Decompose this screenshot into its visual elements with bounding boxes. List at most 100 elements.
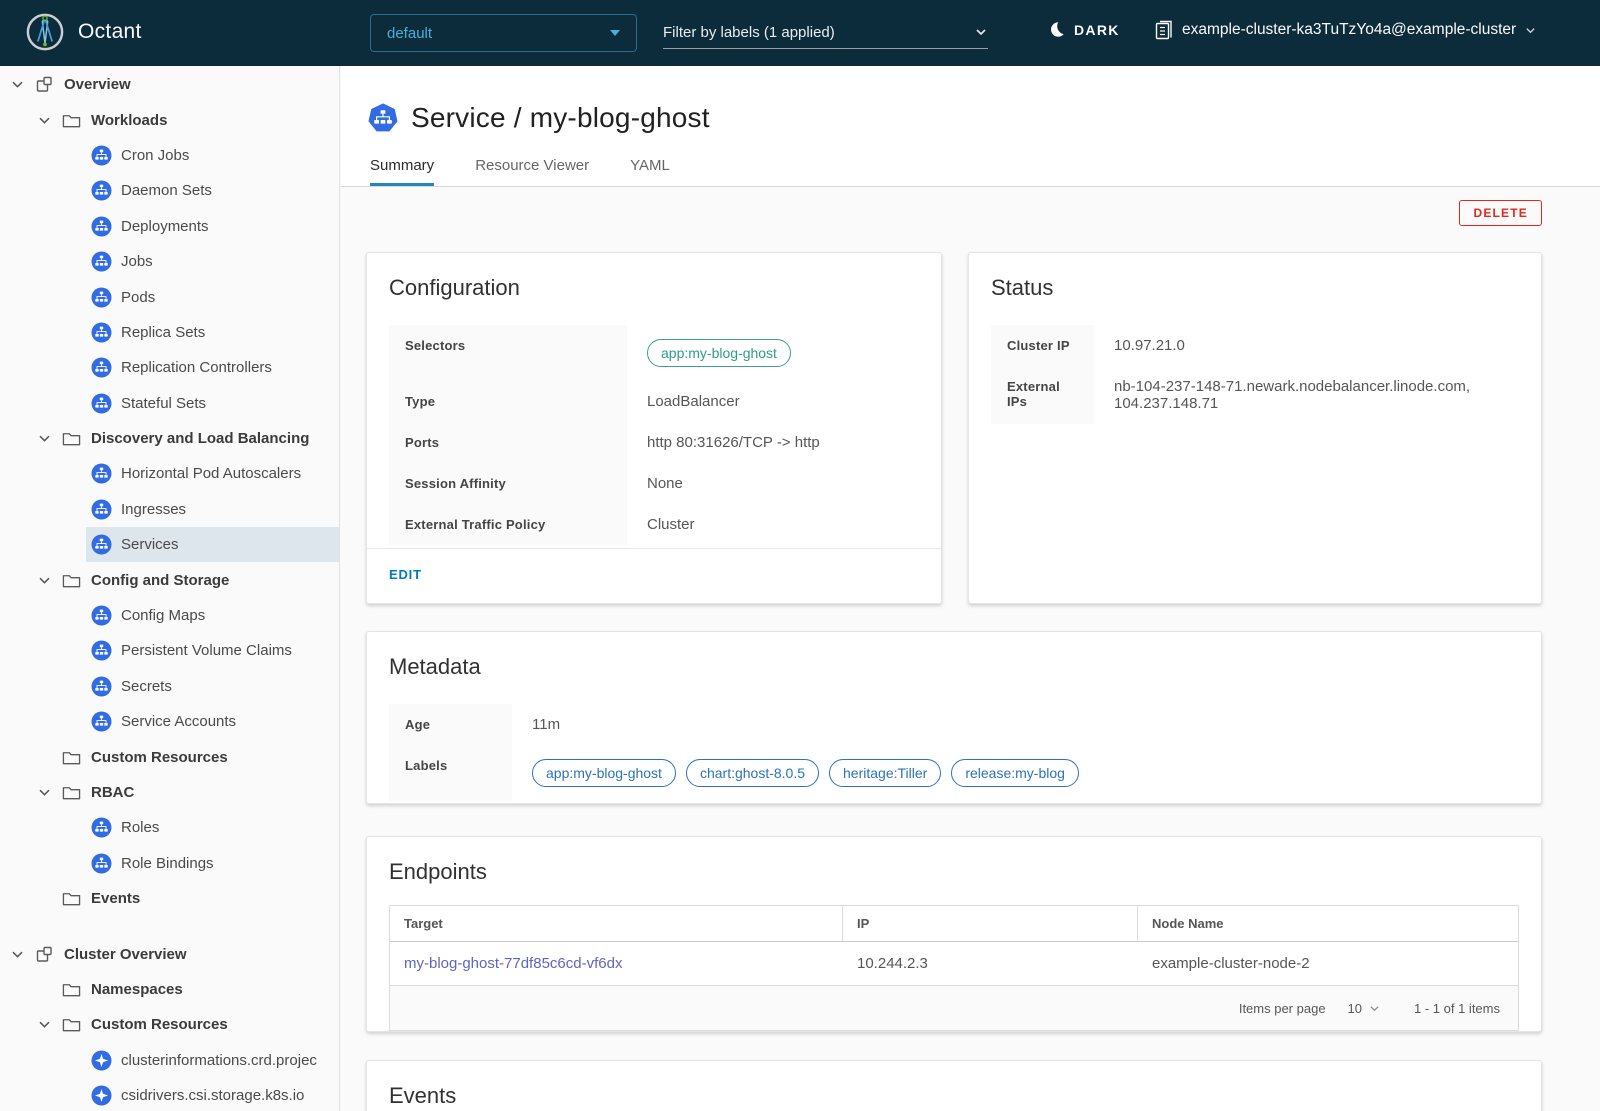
metadata-table: Age11mLabelsapp:my-blog-ghostchart:ghost… <box>389 704 1519 801</box>
endpoints-pagination: Items per page 10 1 - 1 of 1 items <box>390 985 1518 1030</box>
daemon-sets-icon <box>91 180 112 201</box>
config-maps-icon <box>91 605 112 626</box>
table-row: my-blog-ghost-77df85c6cd-vf6dx10.244.2.3… <box>390 942 1518 985</box>
sidebar-item-deployments[interactable]: Deployments <box>0 209 339 244</box>
tab-summary[interactable]: Summary <box>370 157 434 186</box>
sidebar-item-pods[interactable]: Pods <box>0 279 339 314</box>
sidebar-item-cluster-overview[interactable]: Cluster Overview <box>0 936 339 971</box>
chevron-down-icon <box>1525 25 1536 36</box>
sidebar-item-label: Config and Storage <box>91 572 229 589</box>
custom-resources-icon <box>61 747 82 768</box>
sidebar-item-config-and-storage[interactable]: Config and Storage <box>0 562 339 597</box>
sidebar-item-role-bindings[interactable]: Role Bindings <box>0 846 339 881</box>
chevron-down-icon[interactable] <box>36 112 52 128</box>
sidebar-item-label: Overview <box>64 76 131 93</box>
sidebar-item-horizontal-pod-autoscalers[interactable]: Horizontal Pod Autoscalers <box>0 456 339 491</box>
label-tag: release:my-blog <box>951 759 1079 787</box>
sidebar-item-services[interactable]: Services <box>86 527 339 562</box>
sidebar-item-overview[interactable]: Overview <box>0 67 339 102</box>
field-row-external-ips: External IPsnb-104-237-148-71.newark.nod… <box>991 366 1519 424</box>
page-size-select[interactable]: 10 <box>1348 1001 1380 1016</box>
field-value: nb-104-237-148-71.newark.nodebalancer.li… <box>1094 366 1519 424</box>
sidebar-item-replication-controllers[interactable]: Replication Controllers <box>0 350 339 385</box>
sidebar-item-label: Workloads <box>91 112 167 129</box>
sidebar-item-custom-resources[interactable]: Custom Resources <box>0 739 339 774</box>
tab-yaml[interactable]: YAML <box>630 157 670 186</box>
field-label: External Traffic Policy <box>389 504 627 545</box>
sidebar-item-service-accounts[interactable]: Service Accounts <box>0 704 339 739</box>
cluster-overview-icon <box>34 944 55 965</box>
chevron-down-icon[interactable] <box>36 785 52 801</box>
sidebar-item-label: Namespaces <box>91 981 183 998</box>
field-row-cluster-ip: Cluster IP10.97.21.0 <box>991 325 1519 366</box>
dark-mode-toggle[interactable]: DARK <box>1048 21 1120 38</box>
sidebar-item-label: Discovery and Load Balancing <box>91 430 309 447</box>
sidebar-item-label: RBAC <box>91 784 134 801</box>
sidebar-item-events[interactable]: Events <box>0 881 339 916</box>
sidebar-item-daemon-sets[interactable]: Daemon Sets <box>0 173 339 208</box>
sidebar-item-csidrivers-csi-storage-k8s-io[interactable]: csidrivers.csi.storage.k8s.io <box>0 1078 339 1111</box>
chevron-down-icon[interactable] <box>36 572 52 588</box>
sidebar-item-clusterinformations-crd-projec[interactable]: clusterinformations.crd.projec <box>0 1043 339 1078</box>
sidebar-item-custom-resources[interactable]: Custom Resources <box>0 1007 339 1042</box>
field-label: Cluster IP <box>991 325 1094 366</box>
sidebar-item-cron-jobs[interactable]: Cron Jobs <box>0 138 339 173</box>
field-value: LoadBalancer <box>627 381 740 422</box>
chevron-placeholder <box>36 891 52 907</box>
sidebar-item-rbac[interactable]: RBAC <box>0 775 339 810</box>
chevron-down-icon <box>974 25 988 39</box>
cluster-icon <box>1155 20 1173 40</box>
namespace-dropdown[interactable]: default <box>370 14 637 52</box>
roles-icon <box>91 817 112 838</box>
dropdown-caret-icon <box>610 30 620 36</box>
column-header-ip: IP <box>843 906 1138 941</box>
page-title: Service / my-blog-ghost <box>411 102 710 134</box>
sidebar-item-roles[interactable]: Roles <box>0 810 339 845</box>
page-header: Service / my-blog-ghost Summary Resource … <box>341 66 1600 187</box>
sidebar-item-label: Replica Sets <box>121 324 205 341</box>
sidebar-item-label: Replication Controllers <box>121 359 272 376</box>
horizontal-pod-autoscalers-icon <box>91 463 112 484</box>
field-row-selectors: Selectorsapp:my-blog-ghost <box>389 325 919 381</box>
edit-button[interactable]: EDIT <box>389 567 422 582</box>
sidebar-item-namespaces[interactable]: Namespaces <box>0 972 339 1007</box>
sidebar-nav: Overview Workloads Cron JobsDaemon SetsDep… <box>0 66 340 1111</box>
sidebar-item-secrets[interactable]: Secrets <box>0 669 339 704</box>
service-accounts-icon <box>91 711 112 732</box>
chevron-down-icon[interactable] <box>36 431 52 447</box>
endpoint-target-link[interactable]: my-blog-ghost-77df85c6cd-vf6dx <box>404 955 622 972</box>
cluster-dropdown[interactable]: example-cluster-ka3TuTzYo4a@example-clus… <box>1155 20 1536 40</box>
sidebar-item-ingresses[interactable]: Ingresses <box>0 492 339 527</box>
field-value: app:my-blog-ghost <box>627 325 801 381</box>
pagination-range: 1 - 1 of 1 items <box>1414 1001 1500 1016</box>
chevron-down-icon[interactable] <box>9 77 25 93</box>
sidebar-item-label: Cluster Overview <box>64 946 187 963</box>
endpoints-table-header: TargetIPNode Name <box>390 906 1518 942</box>
sidebar-item-workloads[interactable]: Workloads <box>0 102 339 137</box>
chevron-down-icon[interactable] <box>36 1017 52 1033</box>
secrets-icon <box>91 676 112 697</box>
field-label: Ports <box>389 422 627 463</box>
tab-resource-viewer[interactable]: Resource Viewer <box>475 157 589 186</box>
events-icon <box>61 888 82 909</box>
field-value: 10.97.21.0 <box>1094 325 1185 366</box>
jobs-icon <box>91 251 112 272</box>
field-value: Cluster <box>627 504 695 545</box>
sidebar-item-label: Persistent Volume Claims <box>121 642 292 659</box>
sidebar-item-label: Roles <box>121 819 159 836</box>
configuration-table: Selectorsapp:my-blog-ghostTypeLoadBalanc… <box>389 325 919 545</box>
app-name: Octant <box>78 20 142 44</box>
sidebar-item-persistent-volume-claims[interactable]: Persistent Volume Claims <box>0 633 339 668</box>
label-tag: chart:ghost-8.0.5 <box>686 759 819 787</box>
sidebar-item-jobs[interactable]: Jobs <box>0 244 339 279</box>
sidebar-item-stateful-sets[interactable]: Stateful Sets <box>0 386 339 421</box>
status-card: Status Cluster IP10.97.21.0External IPsn… <box>968 252 1542 604</box>
label-filter-dropdown[interactable]: Filter by labels (1 applied) <box>663 16 988 49</box>
chevron-down-icon[interactable] <box>9 946 25 962</box>
delete-button[interactable]: DELETE <box>1459 200 1542 226</box>
sidebar-item-config-maps[interactable]: Config Maps <box>0 598 339 633</box>
endpoints-table: TargetIPNode Name my-blog-ghost-77df85c6… <box>389 905 1519 1031</box>
sidebar-item-label: Custom Resources <box>91 749 228 766</box>
sidebar-item-replica-sets[interactable]: Replica Sets <box>0 315 339 350</box>
sidebar-item-discovery-and-load-balancing[interactable]: Discovery and Load Balancing <box>0 421 339 456</box>
